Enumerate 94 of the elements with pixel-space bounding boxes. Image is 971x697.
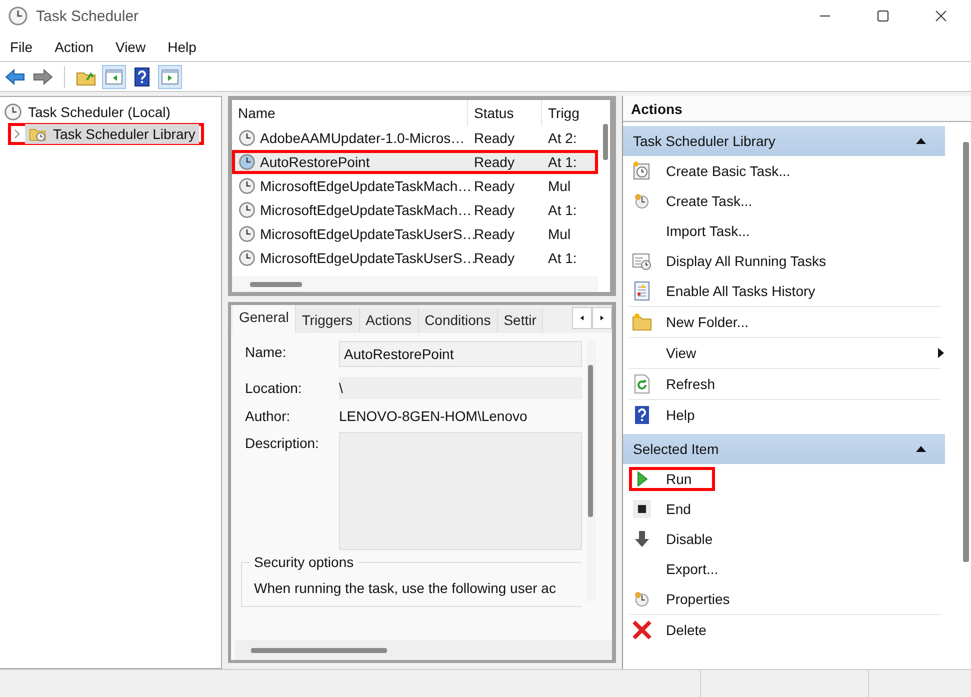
table-cell-text: Ready: [473, 154, 516, 170]
table-row[interactable]: MicrosoftEdgeUpdateTaskUserS…Ready At 1:: [232, 246, 598, 270]
task-command[interactable]: New Folder...: [629, 310, 772, 334]
folder-icon: [632, 312, 652, 332]
table-cell-text: Mul: [547, 178, 572, 194]
horizontal-scrollbar[interactable]: [235, 640, 612, 660]
task-command[interactable]: Create Task...: [629, 189, 776, 213]
table-cell-text: At 1:: [547, 250, 578, 266]
clock-icon: [238, 225, 256, 243]
task-command[interactable]: Run: [629, 467, 715, 491]
table-cell: MicrosoftEdgeUpdateTaskUserS…: [260, 226, 476, 242]
column-header[interactable]: Trigg: [542, 100, 584, 126]
clock-icon: [4, 103, 22, 121]
down-arrow-icon: [632, 529, 652, 549]
pane-title: Actions: [623, 96, 971, 122]
close-icon[interactable]: [935, 10, 947, 22]
section-title: Selected Item: [633, 441, 719, 457]
stop-icon: [632, 499, 652, 519]
table-row[interactable]: AdobeAAMUpdater-1.0-Micros… Ready At 2:: [232, 126, 598, 150]
table-cell-text: Mul: [547, 226, 572, 242]
section-header[interactable]: Selected Item: [623, 434, 945, 464]
table-cell-text: At 1:: [547, 154, 578, 170]
table-cell-text: Ready: [473, 130, 516, 146]
table-cell: MicrosoftEdgeUpdateTaskMach…: [260, 202, 472, 218]
table-row[interactable]: MicrosoftEdgeUpdateTaskMach… Ready Mul: [232, 174, 598, 198]
menu-item[interactable]: File: [10, 38, 33, 54]
task-command[interactable]: Delete: [629, 618, 730, 642]
table-cell: MicrosoftEdgeUpdateTaskUserS…: [260, 250, 476, 266]
tab[interactable]: Triggers: [296, 308, 360, 333]
maximize-icon[interactable]: [877, 10, 889, 22]
vertical-scrollbar[interactable]: [586, 341, 596, 601]
menu-item[interactable]: Help: [168, 38, 196, 54]
field-label: Location:: [245, 379, 303, 396]
security-text: When running the task, use the following user ac: [254, 580, 557, 596]
clock-icon: [238, 249, 256, 267]
column-header[interactable]: Name: [232, 100, 468, 126]
tab[interactable]: Actions: [360, 308, 419, 333]
collapse-icon[interactable]: [915, 137, 927, 145]
tree-item[interactable]: Task Scheduler (Local): [28, 104, 170, 120]
window-title: Task Scheduler: [36, 8, 139, 24]
author-value: LENOVO-8GEN-HOM\Lenovo: [339, 407, 528, 426]
tab[interactable]: Settir: [498, 308, 544, 333]
table-row[interactable]: MicrosoftEdgeUpdateTaskUserS…Ready Mul: [232, 222, 598, 246]
submenu-arrow-icon[interactable]: [937, 347, 945, 359]
menu-item[interactable]: View: [115, 38, 146, 54]
chevron-right-icon[interactable]: [13, 129, 21, 139]
field-label: Description:: [245, 434, 320, 451]
tab[interactable]: General: [233, 305, 296, 333]
section-header[interactable]: Task Scheduler Library: [623, 126, 945, 156]
table-cell-text: Ready: [473, 178, 516, 194]
clock-icon: [8, 6, 28, 26]
task-command[interactable]: Refresh: [629, 372, 738, 396]
table-cell: AdobeAAMUpdater-1.0-Micros…: [260, 130, 465, 146]
name-field[interactable]: AutoRestorePoint: [339, 341, 582, 367]
window-clock-icon: [632, 251, 652, 271]
tree-item[interactable]: Task Scheduler Library: [8, 123, 204, 145]
task-command[interactable]: View: [629, 341, 720, 365]
task-command[interactable]: Import Task...: [629, 219, 773, 243]
help-icon: [632, 405, 652, 425]
task-command[interactable]: Display All Running Tasks: [629, 249, 850, 273]
task-command[interactable]: Enable All Tasks History: [629, 279, 838, 303]
table-cell-text: At 2:: [547, 130, 578, 146]
collapse-icon[interactable]: [915, 445, 927, 453]
field-label: Name:: [245, 343, 288, 360]
pane-toggle-icon[interactable]: [103, 66, 125, 88]
table-cell: AutoRestorePoint: [260, 154, 370, 170]
table-row[interactable]: MicrosoftEdgeUpdateTaskMach… Ready At 1:: [232, 198, 598, 222]
task-command[interactable]: Export...: [629, 557, 742, 581]
refresh-icon: [632, 374, 652, 394]
table-cell-text: Ready: [473, 202, 516, 218]
task-command[interactable]: Create Basic Task...: [629, 159, 814, 183]
column-header[interactable]: Status: [468, 100, 542, 126]
clock-icon: [238, 153, 256, 171]
clock-icon: [238, 177, 256, 195]
task-command[interactable]: Help: [629, 403, 718, 427]
horizontal-scrollbar[interactable]: [232, 276, 598, 292]
task-command[interactable]: Properties: [629, 587, 753, 611]
section-title: Task Scheduler Library: [633, 133, 776, 149]
menu-item[interactable]: Action: [54, 38, 94, 54]
table-row[interactable]: AutoRestorePoint Ready At 1:: [232, 150, 598, 174]
task-command[interactable]: Disable: [629, 527, 736, 551]
description-field[interactable]: [339, 432, 582, 550]
action-pane-icon[interactable]: [159, 66, 181, 88]
delete-icon: [632, 620, 652, 640]
location-field[interactable]: \: [339, 377, 582, 399]
table-cell: MicrosoftEdgeUpdateTaskMach…: [260, 178, 472, 194]
group-title: Security options: [250, 554, 358, 570]
clock-icon: [238, 129, 256, 147]
table-cell-text: At 1:: [547, 202, 578, 218]
task-command[interactable]: End: [629, 497, 714, 521]
notebook-icon: [632, 281, 652, 301]
tab[interactable]: Conditions: [418, 308, 498, 333]
field-label: Author:: [245, 407, 292, 424]
clock-icon: [238, 201, 256, 219]
